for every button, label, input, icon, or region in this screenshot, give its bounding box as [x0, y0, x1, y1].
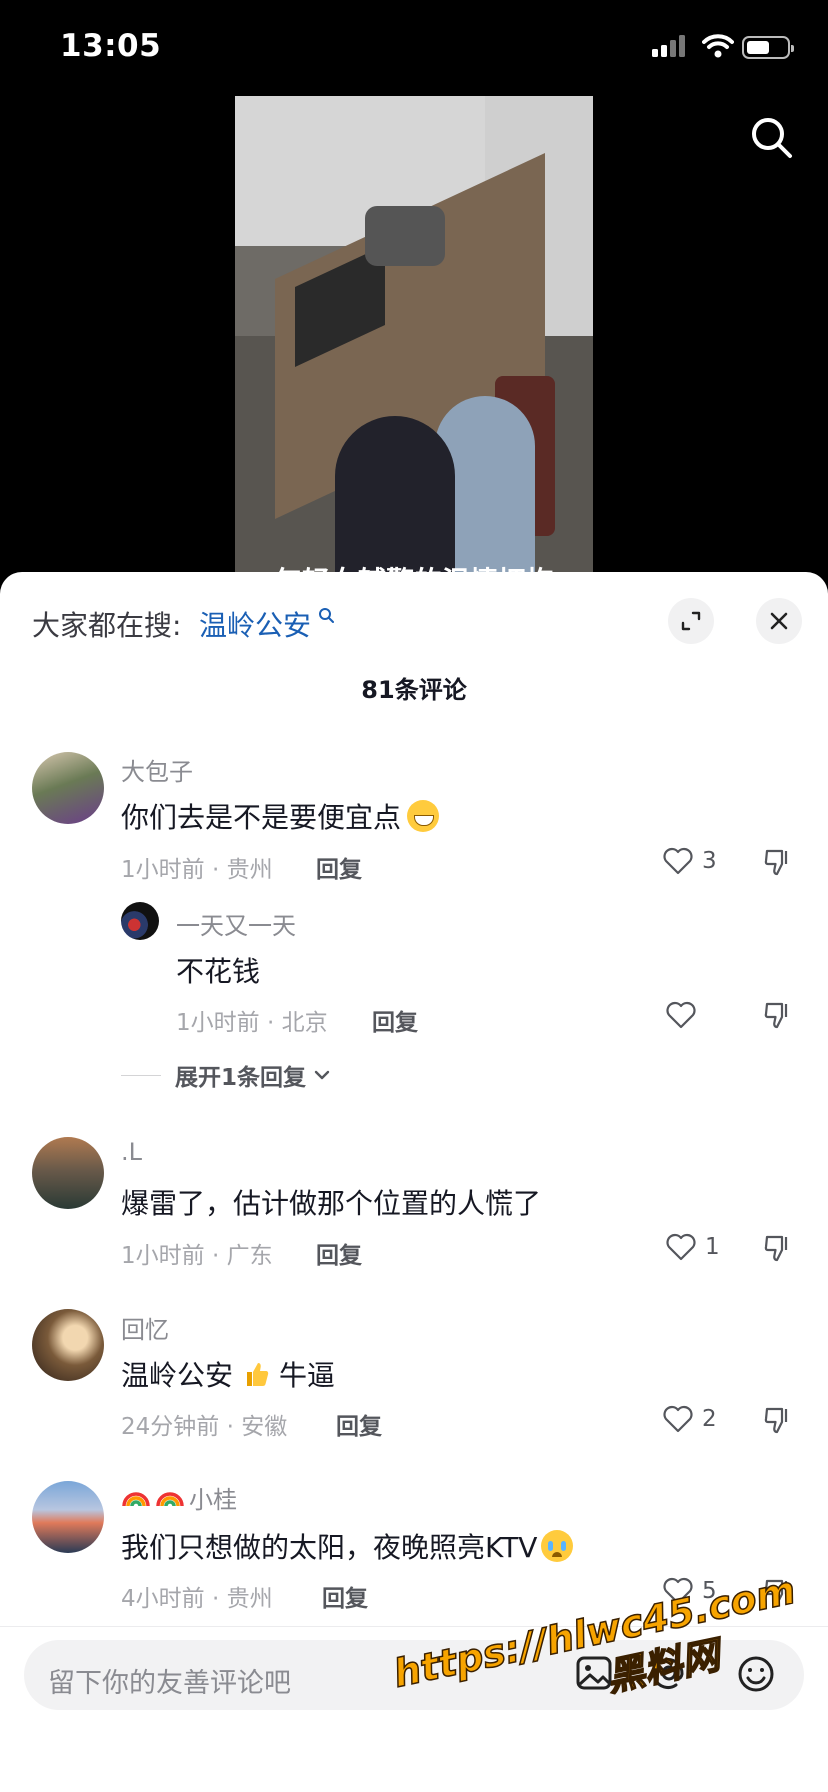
comment-meta: 1小时前 · 贵州: [121, 857, 273, 883]
comment-text-content: 你们去是不是要便宜点: [121, 801, 402, 834]
cellular-signal-icon: [652, 35, 685, 57]
comment-username[interactable]: 回忆: [121, 1310, 169, 1345]
comment-text-part: 牛逼: [279, 1359, 336, 1392]
wifi-icon: [702, 34, 734, 58]
reply-button[interactable]: 回复: [316, 1236, 362, 1270]
username-text: 小桂: [189, 1486, 237, 1514]
heart-icon: [666, 1233, 696, 1261]
comment-meta: 1小时前 · 广东: [121, 1243, 273, 1269]
crying-emoji-icon: [541, 1530, 574, 1562]
comment-count: 81条评论: [361, 676, 467, 704]
dislike-icon[interactable]: [762, 1405, 792, 1435]
comment-username[interactable]: .L: [121, 1138, 142, 1166]
expand-replies-button[interactable]: 展开1条回复: [121, 1058, 332, 1092]
like-button[interactable]: 1: [665, 1232, 720, 1262]
reply-username[interactable]: 一天又一天: [176, 906, 296, 941]
comment-text: 爆雷了，估计做那个位置的人慌了: [121, 1187, 542, 1220]
thumbs-up-icon: [247, 1363, 269, 1386]
chevron-down-icon: [314, 1070, 330, 1080]
video-player[interactable]: [235, 96, 593, 576]
heart-icon: [666, 1001, 696, 1029]
avatar[interactable]: [32, 752, 104, 824]
dislike-icon[interactable]: [762, 1233, 792, 1263]
trending-search-link[interactable]: 温岭公安: [199, 604, 311, 644]
status-time: 13:05: [60, 28, 162, 64]
dislike-icon[interactable]: [762, 847, 792, 877]
comment-text-part: 温岭公安: [121, 1359, 234, 1392]
comment-input-placeholder[interactable]: 留下你的友善评论吧: [48, 1661, 291, 1700]
like-count: 3: [702, 848, 717, 874]
close-icon: [770, 612, 788, 630]
expand-button[interactable]: [668, 598, 714, 644]
rainbow-icon: [156, 1492, 184, 1507]
comment-username[interactable]: 小桂: [121, 1480, 237, 1515]
rainbow-icon: [122, 1492, 150, 1507]
close-button[interactable]: [756, 598, 802, 644]
battery-icon: [742, 36, 794, 59]
reply-button[interactable]: 回复: [322, 1579, 368, 1613]
avatar[interactable]: [32, 1137, 104, 1209]
comment-text: 温岭公安 牛逼: [121, 1354, 335, 1394]
avatar[interactable]: [32, 1481, 104, 1553]
search-icon[interactable]: [750, 116, 794, 160]
comment-meta: 24分钟前 · 安徽: [121, 1414, 288, 1440]
comment-text: 我们只想做的太阳，夜晚照亮KTV: [121, 1526, 574, 1566]
reply-button[interactable]: 回复: [372, 1003, 418, 1037]
reply-meta: 1小时前 · 北京: [176, 1010, 328, 1036]
avatar[interactable]: [121, 902, 159, 940]
comment-text: 你们去是不是要便宜点: [121, 796, 440, 836]
divider-line: [121, 1074, 161, 1076]
expand-icon: [681, 611, 701, 631]
heart-icon: [663, 847, 693, 875]
comment-username[interactable]: 大包子: [121, 752, 193, 787]
like-button[interactable]: 2: [662, 1404, 717, 1434]
like-count: 1: [705, 1234, 720, 1260]
comment-text-content: 我们只想做的太阳，夜晚照亮KTV: [121, 1531, 538, 1564]
avatar[interactable]: [32, 1309, 104, 1381]
expand-replies-label: 展开1条回复: [175, 1065, 307, 1091]
trending-search-label: 大家都在搜:: [32, 609, 182, 642]
reply-button[interactable]: 回复: [336, 1407, 382, 1441]
like-count: 2: [702, 1406, 717, 1432]
reply-text: 不花钱: [176, 955, 261, 988]
comment-meta: 4小时前 · 贵州: [121, 1586, 273, 1612]
heart-icon: [663, 1405, 693, 1433]
grin-emoji-icon: [407, 800, 440, 832]
search-icon[interactable]: [318, 607, 334, 623]
reply-button[interactable]: 回复: [316, 850, 362, 884]
like-button[interactable]: [665, 1000, 697, 1030]
dislike-icon[interactable]: [762, 1000, 792, 1030]
like-button[interactable]: 3: [662, 846, 717, 876]
